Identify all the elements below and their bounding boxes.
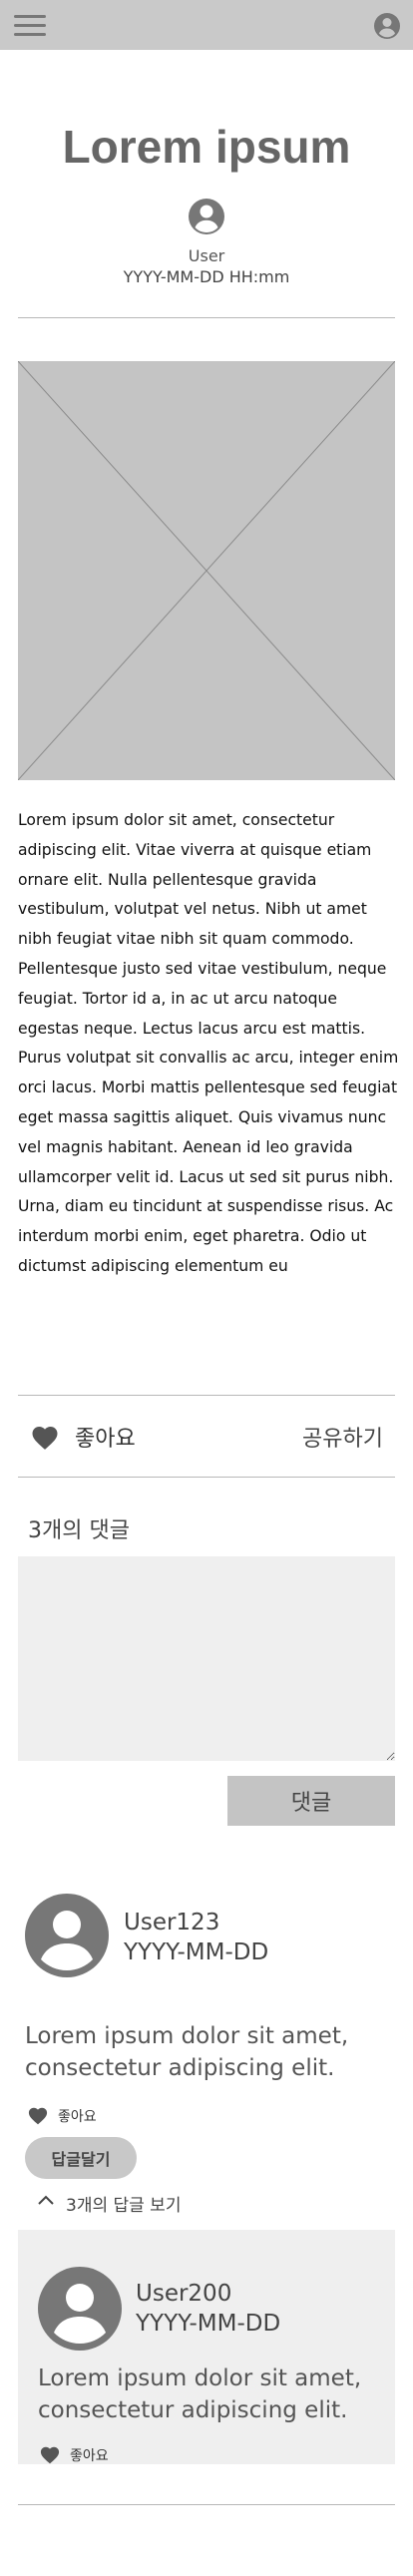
divider [18, 1477, 395, 1478]
reply-text: Lorem ipsum dolor sit amet, consectetur … [38, 2365, 362, 2423]
chevron-up-icon[interactable] [37, 2194, 55, 2206]
post-date: YYYY-MM-DD HH:mm [123, 267, 290, 286]
avatar [38, 2267, 122, 2351]
reply-like-button[interactable]: 좋아요 [70, 2445, 109, 2465]
reply-user[interactable]: User200 [136, 2281, 231, 2307]
account-circle-icon[interactable] [373, 12, 401, 40]
author-avatar-icon [189, 199, 224, 234]
post-title: Lorem ipsum [62, 121, 351, 173]
comment-user[interactable]: User123 [124, 1910, 219, 1935]
divider [18, 2504, 395, 2505]
view-replies-link[interactable]: 3개의 답글 보기 [66, 2191, 181, 2216]
divider [18, 317, 395, 318]
comment-text: Lorem ipsum dolor sit amet, consectetur … [25, 2023, 349, 2081]
avatar [25, 1894, 109, 1977]
author-name: User [188, 246, 225, 265]
post-body: Lorem ipsum dolor sit amet, consectetur … [18, 811, 399, 1275]
submit-comment-button[interactable]: 댓글 [227, 1776, 395, 1826]
like-button[interactable]: 좋아요 [75, 1421, 136, 1453]
divider [18, 1395, 395, 1396]
post-image-placeholder [18, 361, 395, 780]
heart-icon[interactable] [30, 1423, 60, 1451]
comment-count: 3개의 댓글 [28, 1518, 130, 1543]
share-button[interactable]: 공유하기 [302, 1421, 383, 1453]
comment-input[interactable] [18, 1556, 395, 1761]
reply-button[interactable]: 답글달기 [25, 2137, 137, 2179]
reply-date: YYYY-MM-DD [136, 2311, 281, 2337]
hamburger-menu-icon[interactable] [14, 13, 48, 37]
comment-like-button[interactable]: 좋아요 [58, 2106, 97, 2126]
comment-date: YYYY-MM-DD [124, 1939, 269, 1965]
top-app-bar [0, 0, 413, 50]
heart-icon[interactable] [39, 2444, 61, 2464]
heart-icon[interactable] [27, 2105, 49, 2125]
